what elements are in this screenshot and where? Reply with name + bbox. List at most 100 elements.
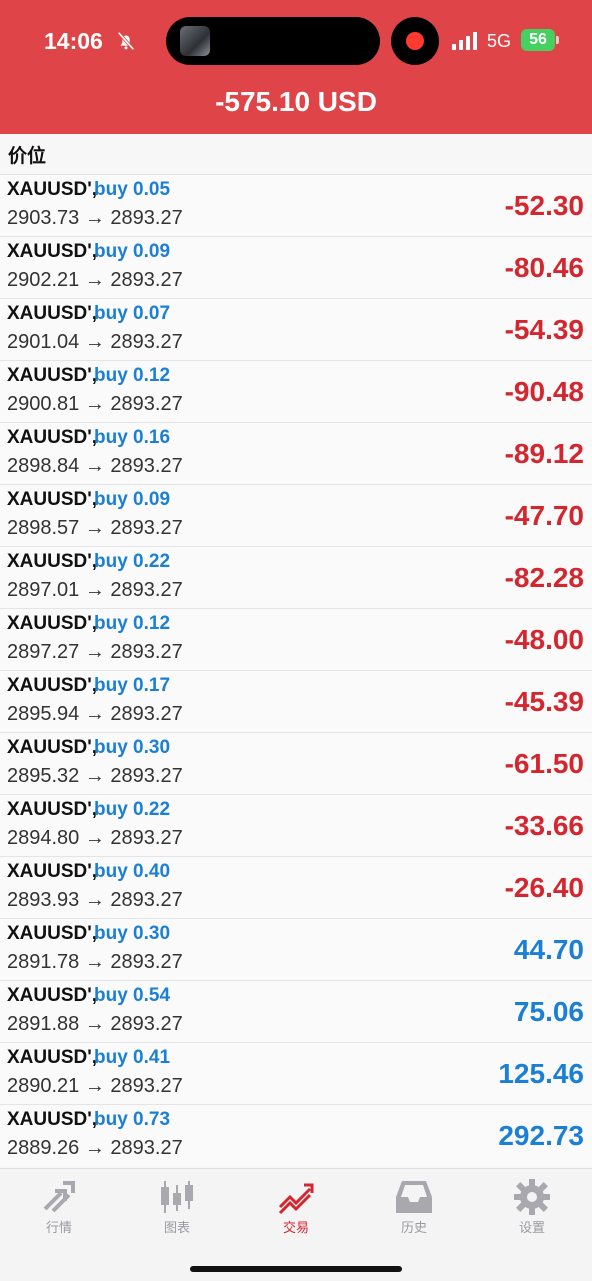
tab-settings[interactable]: 设置 — [492, 1179, 572, 1236]
home-indicator[interactable] — [190, 1266, 402, 1272]
position-row[interactable]: XAUUSD', buy 0.07 2901.04 → 2893.27 -54.39 — [0, 298, 592, 360]
position-symbol: XAUUSD', — [7, 241, 98, 262]
position-symbol: XAUUSD', — [7, 861, 98, 882]
position-side-volume: buy 0.09 — [94, 489, 171, 510]
position-profit: 125.46 — [498, 1058, 584, 1089]
position-prices: 2897.27 → 2893.27 — [7, 641, 183, 663]
position-row[interactable]: XAUUSD', buy 0.22 2894.80 → 2893.27 -33.66 — [0, 794, 592, 856]
position-row[interactable]: XAUUSD', buy 0.09 2898.57 → 2893.27 -47.70 — [0, 484, 592, 546]
position-profit: -61.50 — [504, 748, 584, 779]
position-row[interactable]: XAUUSD', buy 0.12 2900.81 → 2893.27 -90.48 — [0, 360, 592, 422]
position-side-volume: buy 0.12 — [94, 613, 171, 634]
position-symbol: XAUUSD', — [7, 303, 98, 324]
bottom-tab-bar: 行情 图表 交易 历史 设置 — [0, 1168, 592, 1281]
position-row[interactable]: XAUUSD', buy 0.30 2891.78 → 2893.27 44.70 — [0, 918, 592, 980]
dynamic-island — [166, 17, 380, 65]
signal-bars-icon — [452, 32, 477, 50]
position-row[interactable]: XAUUSD', buy 0.30 2895.32 → 2893.27 -61.50 — [0, 732, 592, 794]
position-profit: -45.39 — [504, 686, 584, 717]
position-row[interactable]: XAUUSD', buy 0.54 2891.88 → 2893.27 75.06 — [0, 980, 592, 1042]
muted-bell-icon — [117, 31, 135, 51]
tab-history-label: 历史 — [400, 1220, 427, 1235]
gear-icon — [514, 1179, 550, 1215]
network-type: 5G — [487, 31, 512, 51]
tab-quotes[interactable]: 行情 — [19, 1179, 99, 1236]
position-profit: 75.06 — [513, 996, 584, 1027]
position-symbol: XAUUSD', — [7, 613, 98, 634]
tab-trade[interactable]: 交易 — [256, 1179, 336, 1236]
position-profit: -54.39 — [504, 314, 584, 345]
battery-tip — [556, 36, 559, 44]
quotes-arrows-icon — [43, 1181, 75, 1213]
position-side-volume: buy 0.30 — [94, 923, 171, 944]
position-prices: 2890.21 → 2893.27 — [7, 1075, 183, 1097]
tab-quotes-label: 行情 — [45, 1220, 72, 1235]
positions-list: XAUUSD', buy 0.05 2903.73 → 2893.27 -52.30 X… — [0, 174, 592, 1166]
position-side-volume: buy 0.12 — [94, 365, 171, 386]
status-time: 14:06 — [44, 28, 103, 54]
position-prices: 2895.94 → 2893.27 — [7, 703, 183, 725]
position-side-volume: buy 0.22 — [94, 551, 171, 572]
position-profit: -26.40 — [504, 872, 584, 903]
position-profit: -90.48 — [504, 376, 584, 407]
position-prices: 2901.04 → 2893.27 — [7, 331, 183, 353]
position-profit: 44.70 — [513, 934, 584, 965]
tab-chart-label: 图表 — [163, 1220, 190, 1235]
position-symbol: XAUUSD', — [7, 985, 98, 1006]
position-symbol: XAUUSD', — [7, 179, 98, 200]
position-prices: 2889.26 → 2893.27 — [7, 1137, 183, 1159]
account-balance: -575.10 USD — [215, 86, 377, 117]
position-prices: 2898.57 → 2893.27 — [7, 517, 183, 539]
position-symbol: XAUUSD', — [7, 427, 98, 448]
position-row[interactable]: XAUUSD', buy 0.05 2903.73 → 2893.27 -52.30 — [0, 174, 592, 236]
position-profit: 292.73 — [498, 1120, 584, 1151]
position-side-volume: buy 0.22 — [94, 799, 171, 820]
position-prices: 2893.93 → 2893.27 — [7, 889, 183, 911]
position-side-volume: buy 0.41 — [94, 1047, 171, 1068]
battery-icon: 56 — [521, 29, 555, 51]
tab-settings-label: 设置 — [518, 1220, 545, 1235]
position-symbol: XAUUSD', — [7, 737, 98, 758]
tab-history[interactable]: 历史 — [374, 1179, 454, 1236]
position-prices: 2897.01 → 2893.27 — [7, 579, 183, 601]
position-side-volume: buy 0.73 — [94, 1109, 171, 1130]
tab-trade-label: 交易 — [282, 1220, 309, 1235]
candlestick-chart-icon — [161, 1181, 193, 1213]
history-inbox-icon — [396, 1181, 432, 1213]
position-prices: 2900.81 → 2893.27 — [7, 393, 183, 415]
position-prices: 2895.32 → 2893.27 — [7, 765, 183, 787]
record-dot-icon — [406, 32, 424, 50]
position-row[interactable]: XAUUSD', buy 0.16 2898.84 → 2893.27 -89.12 — [0, 422, 592, 484]
position-profit: -52.30 — [504, 190, 584, 221]
position-row[interactable]: XAUUSD', buy 0.40 2893.93 → 2893.27 -26.40 — [0, 856, 592, 918]
section-title: 价位 — [8, 146, 47, 167]
position-prices: 2891.88 → 2893.27 — [7, 1013, 183, 1035]
trade-trend-icon — [278, 1183, 314, 1215]
recording-indicator — [391, 17, 439, 65]
position-side-volume: buy 0.05 — [94, 179, 171, 200]
position-symbol: XAUUSD', — [7, 489, 98, 510]
position-side-volume: buy 0.09 — [94, 241, 171, 262]
position-profit: -82.28 — [504, 562, 584, 593]
position-symbol: XAUUSD', — [7, 1047, 98, 1068]
position-row[interactable]: XAUUSD', buy 0.22 2897.01 → 2893.27 -82.28 — [0, 546, 592, 608]
position-side-volume: buy 0.30 — [94, 737, 171, 758]
position-prices: 2898.84 → 2893.27 — [7, 455, 183, 477]
position-prices: 2891.78 → 2893.27 — [7, 951, 183, 973]
position-side-volume: buy 0.40 — [94, 861, 171, 882]
position-profit: -47.70 — [504, 500, 584, 531]
position-symbol: XAUUSD', — [7, 923, 98, 944]
tab-chart[interactable]: 图表 — [137, 1179, 217, 1236]
position-row[interactable]: XAUUSD', buy 0.12 2897.27 → 2893.27 -48.00 — [0, 608, 592, 670]
position-row[interactable]: XAUUSD', buy 0.41 2890.21 → 2893.27 125.46 — [0, 1042, 592, 1104]
position-profit: -89.12 — [504, 438, 584, 469]
position-profit: -80.46 — [504, 252, 584, 283]
position-symbol: XAUUSD', — [7, 675, 98, 696]
position-profit: -48.00 — [504, 624, 584, 655]
position-symbol: XAUUSD', — [7, 365, 98, 386]
position-side-volume: buy 0.54 — [94, 985, 171, 1006]
position-row[interactable]: XAUUSD', buy 0.17 2895.94 → 2893.27 -45.39 — [0, 670, 592, 732]
position-row[interactable]: XAUUSD', buy 0.09 2902.21 → 2893.27 -80.46 — [0, 236, 592, 298]
position-row[interactable]: XAUUSD', buy 0.73 2889.26 → 2893.27 292.73 — [0, 1104, 592, 1166]
position-prices: 2894.80 → 2893.27 — [7, 827, 183, 849]
